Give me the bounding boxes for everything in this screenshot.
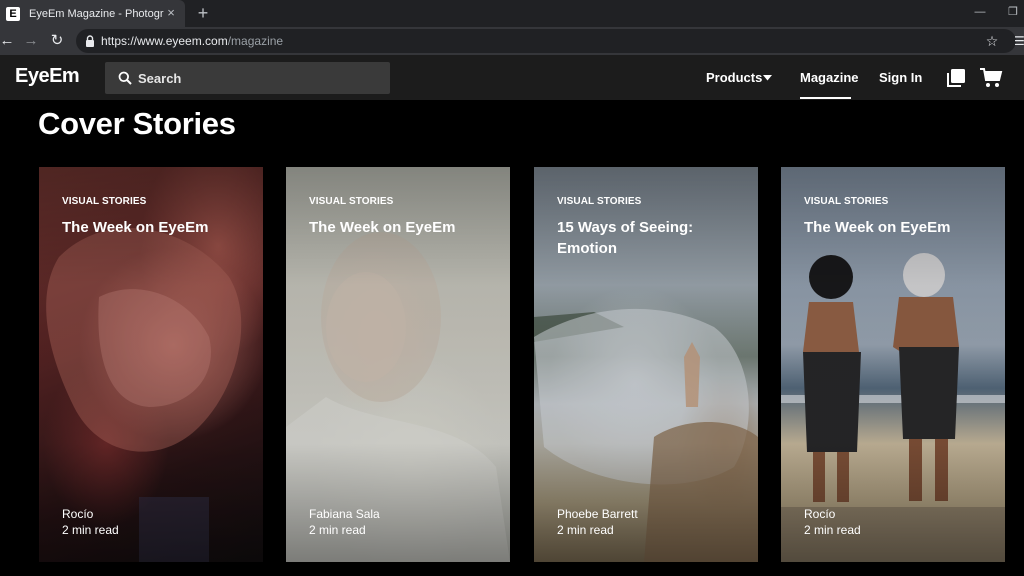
- card-author[interactable]: Phoebe Barrett: [557, 507, 638, 521]
- browser-tab-strip: E EyeEm Magazine - Photography × + — ❐: [0, 0, 1024, 27]
- story-card[interactable]: VISUAL STORIES The Week on EyeEm Rocío 2…: [39, 167, 263, 562]
- card-read-time: 2 min read: [804, 523, 861, 537]
- card-author[interactable]: Rocío: [62, 507, 93, 521]
- search-box[interactable]: [105, 62, 390, 94]
- card-author[interactable]: Fabiana Sala: [309, 507, 380, 521]
- card-author[interactable]: Rocío: [804, 507, 835, 521]
- card-read-time: 2 min read: [309, 523, 366, 537]
- card-read-time: 2 min read: [62, 523, 119, 537]
- cart-icon[interactable]: [979, 67, 1003, 89]
- story-card[interactable]: VISUAL STORIES 15 Ways of Seeing: Emotio…: [534, 167, 758, 562]
- url-path: /magazine: [227, 34, 284, 48]
- eyeem-logo[interactable]: EyeEm: [15, 65, 80, 88]
- card-title[interactable]: The Week on EyeEm: [804, 217, 984, 238]
- window-minimize-button[interactable]: —: [970, 3, 990, 21]
- back-arrow-icon[interactable]: ←: [0, 31, 17, 51]
- card-title[interactable]: 15 Ways of Seeing: Emotion: [557, 217, 737, 259]
- star-icon[interactable]: ☆: [982, 31, 1002, 51]
- lock-icon: [86, 35, 94, 47]
- card-category: VISUAL STORIES: [557, 196, 642, 207]
- new-tab-button[interactable]: +: [193, 3, 213, 23]
- active-nav-indicator: [800, 97, 851, 99]
- browser-toolbar: ← → ↻ https://www.eyeem.com/magazine ☆ ☰: [0, 27, 1024, 55]
- url-host: https://www.eyeem.com: [101, 34, 228, 48]
- card-read-time: 2 min read: [557, 523, 614, 537]
- story-card[interactable]: VISUAL STORIES The Week on EyeEm Rocío 2…: [781, 167, 1005, 562]
- search-icon: [118, 71, 132, 85]
- eyeem-favicon-icon: E: [6, 6, 20, 21]
- card-category: VISUAL STORIES: [309, 196, 394, 207]
- card-title[interactable]: The Week on EyeEm: [309, 217, 489, 238]
- nav-sign-in[interactable]: Sign In: [879, 70, 922, 85]
- card-category: VISUAL STORIES: [804, 196, 889, 207]
- url-text: https://www.eyeem.com/magazine: [101, 29, 283, 53]
- reload-icon[interactable]: ↻: [47, 31, 67, 51]
- story-card[interactable]: VISUAL STORIES The Week on EyeEm Fabiana…: [286, 167, 510, 562]
- card-title[interactable]: The Week on EyeEm: [62, 217, 242, 238]
- tab-title: EyeEm Magazine - Photography: [29, 7, 164, 20]
- site-header: EyeEm Products Magazine Sign In: [0, 55, 1024, 100]
- window-restore-button[interactable]: ❐: [1004, 3, 1022, 21]
- nav-magazine[interactable]: Magazine: [800, 70, 859, 85]
- address-bar[interactable]: https://www.eyeem.com/magazine: [76, 29, 1016, 53]
- card-category: VISUAL STORIES: [62, 196, 147, 207]
- nav-products[interactable]: Products: [706, 70, 762, 85]
- browser-tab[interactable]: E EyeEm Magazine - Photography ×: [0, 0, 185, 27]
- page-title: Cover Stories: [38, 106, 236, 141]
- tab-close-icon[interactable]: ×: [163, 5, 179, 21]
- chevron-down-icon[interactable]: [763, 75, 772, 81]
- forward-arrow-icon[interactable]: →: [21, 31, 41, 51]
- gallery-icon[interactable]: [946, 68, 966, 88]
- extension-icon[interactable]: ☰: [1014, 31, 1024, 51]
- search-input[interactable]: [138, 62, 378, 94]
